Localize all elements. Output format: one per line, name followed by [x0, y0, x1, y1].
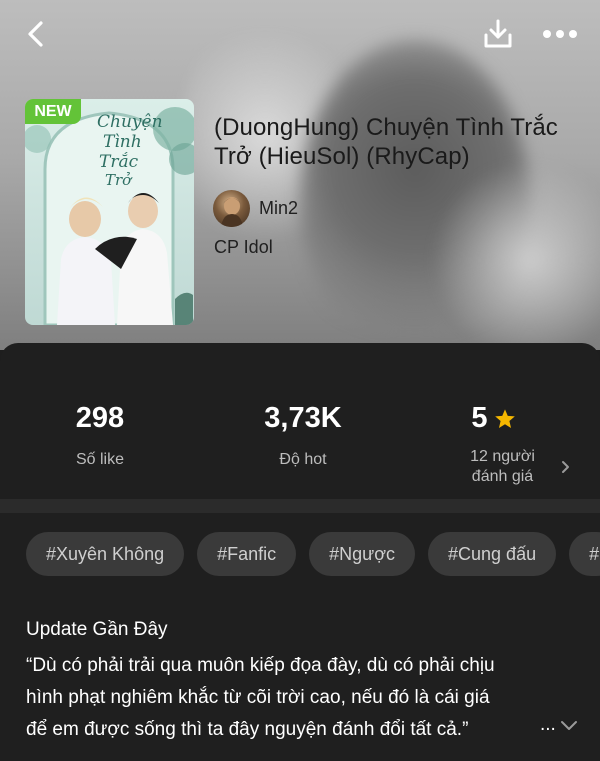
stat-rating[interactable]: 5 12 người đánh giá — [440, 402, 565, 487]
update-line-1: “Dù có phải trải qua muôn kiếp đọa đày, … — [26, 655, 495, 676]
book-title: (DuongHung) Chuyện Tình Trắc Trở (HieuSo… — [214, 114, 558, 170]
svg-text:Chuyện: Chuyện — [97, 112, 163, 132]
author-row[interactable]: Min2 — [213, 189, 298, 227]
rating-row: 5 — [422, 402, 565, 435]
tag-partial[interactable]: # — [569, 532, 600, 576]
stat-likes: 298 Số like — [40, 402, 160, 470]
update-text[interactable]: “Dù có phải trải qua muôn kiếp đọa đày, … — [26, 650, 566, 746]
category-label[interactable]: CP Idol — [214, 237, 273, 258]
download-button[interactable] — [478, 14, 518, 54]
rating-label: 12 người đánh giá — [440, 447, 565, 487]
likes-value: 298 — [75, 402, 125, 434]
download-icon — [484, 19, 512, 48]
tag-cung-dau[interactable]: #Cung đấu — [428, 532, 557, 576]
avatar-image — [221, 196, 243, 227]
stat-hot: 3,73K Độ hot — [243, 402, 363, 470]
cover-artwork: Chuyện Tình Trắc Trở — [25, 107, 194, 325]
chevron-left-icon — [28, 21, 43, 47]
rating-count-label: 12 người — [470, 448, 535, 465]
avatar — [213, 189, 250, 227]
update-heading: Update Gần Đây — [26, 619, 168, 640]
svg-text:Trắc: Trắc — [99, 152, 139, 172]
update-line-2: hình phạt nghiêm khắc từ cõi trời cao, n… — [26, 687, 490, 708]
hot-label: Độ hot — [279, 451, 327, 468]
section-divider — [0, 499, 600, 513]
tag-list: #Xuyên Không #Fanfic #Ngược #Cung đấu # — [26, 532, 600, 576]
update-ellipsis: ... — [540, 714, 556, 735]
new-badge: NEW — [25, 99, 81, 124]
more-button[interactable] — [538, 14, 582, 54]
tag-xuyen-khong[interactable]: #Xuyên Không — [26, 532, 185, 576]
more-horizontal-icon — [543, 30, 577, 38]
chevron-right-icon[interactable] — [559, 459, 573, 475]
tag-fanfic[interactable]: #Fanfic — [197, 532, 297, 576]
tag-nguoc[interactable]: #Ngược — [309, 532, 416, 576]
likes-label: Số like — [75, 451, 125, 468]
svg-text:Tình: Tình — [103, 132, 142, 152]
rating-value: 5 — [471, 402, 488, 434]
svg-text:Trở: Trở — [105, 171, 133, 189]
book-cover[interactable]: Chuyện Tình Trắc Trở — [25, 99, 194, 325]
star-icon — [494, 408, 515, 428]
author-name: Min2 — [259, 197, 299, 218]
hot-value: 3,73K — [264, 402, 342, 434]
rating-count-sublabel: đánh giá — [471, 468, 534, 485]
chevron-down-icon[interactable] — [558, 716, 580, 736]
back-button[interactable] — [18, 16, 54, 52]
update-line-3: để em được sống thì ta đây nguyện đánh đ… — [26, 719, 469, 740]
